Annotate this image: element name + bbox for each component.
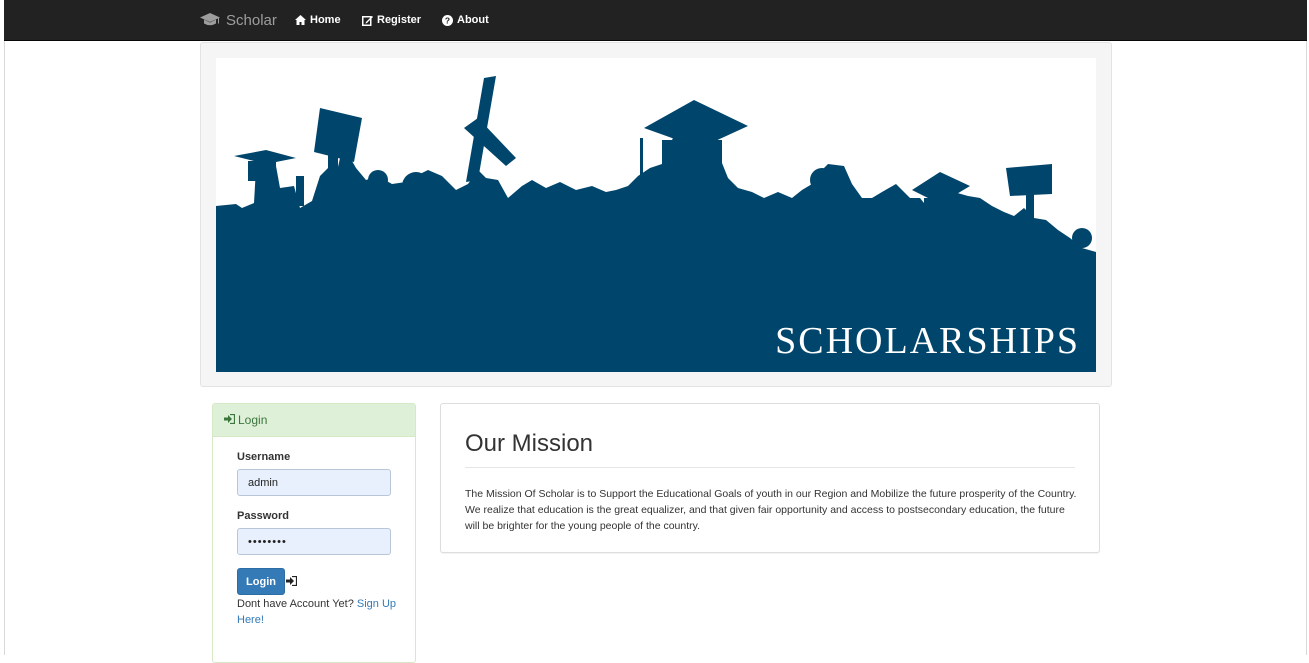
- login-heading-label: Login: [238, 413, 268, 427]
- nav-register[interactable]: Register: [362, 0, 421, 40]
- password-label: Password: [237, 510, 289, 522]
- mission-panel: Our Mission The Mission Of Scholar is to…: [440, 403, 1100, 553]
- home-icon: [295, 15, 306, 25]
- svg-text:?: ?: [445, 15, 450, 25]
- login-panel: Login Username Password Login Dont have …: [212, 403, 416, 663]
- nav-about[interactable]: ? About: [442, 0, 489, 40]
- sign-in-icon: [286, 575, 298, 589]
- signup-prompt: Dont have Account Yet? Sign Up Here!: [237, 596, 397, 628]
- scholarships-banner: SCHOLARSHIPS: [216, 58, 1096, 372]
- sign-in-icon: [224, 413, 236, 427]
- nav-about-label: About: [457, 14, 489, 26]
- brand-link[interactable]: Scholar: [200, 0, 277, 40]
- password-input[interactable]: [237, 528, 391, 555]
- no-account-text: Dont have Account Yet?: [237, 598, 357, 610]
- nav-home[interactable]: Home: [295, 0, 341, 40]
- banner-title: SCHOLARSHIPS: [775, 320, 1080, 362]
- username-input[interactable]: [237, 469, 391, 496]
- nav-register-label: Register: [377, 14, 422, 26]
- mission-divider: [465, 467, 1075, 468]
- username-label: Username: [237, 451, 291, 463]
- login-button[interactable]: Login: [237, 568, 285, 595]
- nav-home-label: Home: [310, 14, 341, 26]
- mission-body: The Mission Of Scholar is to Support the…: [465, 488, 1077, 532]
- banner-well: SCHOLARSHIPS: [200, 42, 1112, 387]
- question-circle-icon: ?: [442, 14, 453, 26]
- top-navbar: Scholar Home Register ? About: [4, 0, 1307, 41]
- graduation-cap-icon: [200, 13, 220, 27]
- edit-icon: [362, 15, 373, 26]
- login-panel-heading: Login: [213, 404, 415, 437]
- brand-label: Scholar: [226, 11, 277, 29]
- mission-title: Our Mission: [465, 430, 594, 457]
